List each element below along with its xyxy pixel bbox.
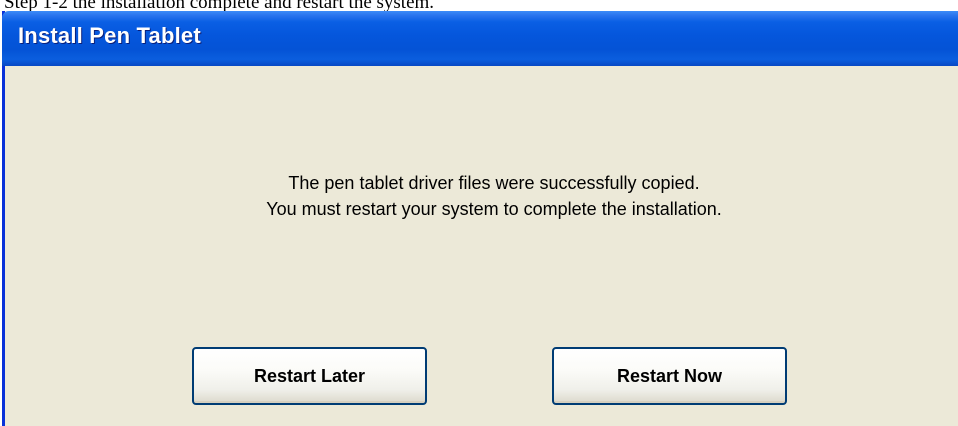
message-line-2: You must restart your system to complete… [266,199,722,219]
dialog-message: The pen tablet driver files were success… [5,170,958,222]
title-bar[interactable]: Install Pen Tablet [2,11,958,66]
restart-later-button[interactable]: Restart Later [192,347,427,405]
restart-now-button[interactable]: Restart Now [552,347,787,405]
window-title: Install Pen Tablet [18,23,201,48]
install-dialog: Install Pen Tablet The pen tablet driver… [2,11,958,426]
page: Step 1-2 the installation complete and r… [0,0,958,426]
message-line-1: The pen tablet driver files were success… [288,173,700,193]
